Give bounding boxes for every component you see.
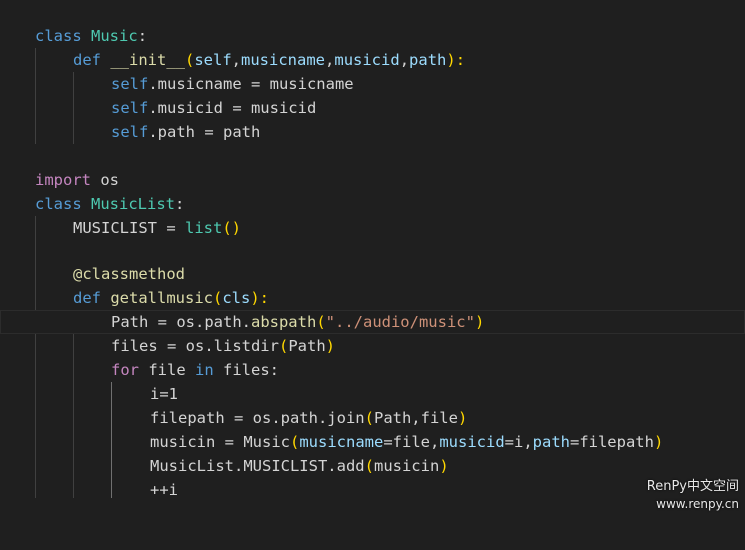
- code-line-19: MusicList.MUSICLIST.add(musicin): [150, 457, 449, 475]
- code-line-20: ++i: [150, 481, 178, 499]
- code-line-14: files = os.listdir(Path): [111, 337, 335, 355]
- code-line-12: def getallmusic(cls):: [73, 289, 270, 307]
- code-line-7: import os: [35, 171, 119, 189]
- code-line-1: class Music:: [35, 27, 148, 45]
- watermark: RenPy中文空间 www.renpy.cn: [647, 478, 739, 512]
- code-line-9: MUSICLIST = list(): [73, 219, 241, 237]
- code-line-8: class MusicList:: [35, 195, 185, 213]
- code-line-16: i=1: [150, 385, 178, 403]
- watermark-url: www.renpy.cn: [656, 497, 739, 511]
- code-line-4: self.musicid = musicid: [111, 99, 317, 117]
- code-line-18: musicin = Music(musicname=file,musicid=i…: [150, 433, 664, 451]
- code-line-13-current[interactable]: Path = os.path.abspath("../audio/music"): [0, 310, 745, 334]
- code-editor[interactable]: class Music: def __init__(self,musicname…: [0, 0, 745, 516]
- watermark-title: RenPy中文空间: [646, 479, 739, 494]
- code-line-3: self.musicname = musicname: [111, 75, 354, 93]
- code-line-2: def __init__(self,musicname,musicid,path…: [73, 51, 466, 69]
- code-line-15: for file in files:: [111, 361, 279, 379]
- code-line-5: self.path = path: [111, 123, 261, 141]
- code-line-11: @classmethod: [73, 265, 185, 283]
- code-line-17: filepath = os.path.join(Path,file): [150, 409, 468, 427]
